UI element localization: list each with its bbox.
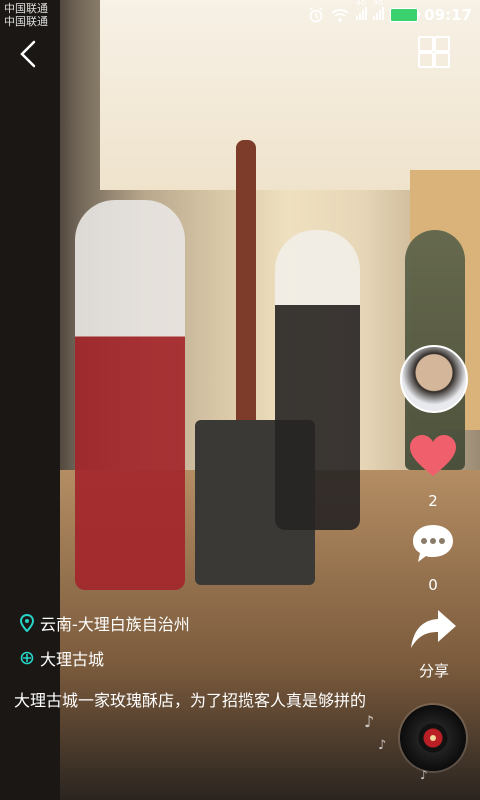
wifi-icon	[331, 9, 349, 22]
status-time: 09:17	[424, 6, 472, 24]
carrier-text: 中国联通 中国联通	[4, 2, 48, 28]
video-person-left	[75, 200, 185, 590]
grid-menu-button[interactable]	[418, 36, 450, 68]
like-count: 2	[428, 492, 438, 510]
signal-4g: 4G	[356, 0, 368, 24]
like-button[interactable]	[408, 432, 458, 482]
signal-icon	[356, 6, 368, 20]
status-icons: 4G 3G 09:17	[308, 0, 472, 24]
back-button[interactable]	[14, 36, 44, 72]
music-record-icon[interactable]	[400, 705, 466, 771]
author-avatar[interactable]	[400, 345, 468, 413]
comment-button[interactable]	[410, 522, 456, 566]
comment-icon	[413, 525, 453, 562]
signal-4g-label: 4G	[356, 0, 367, 7]
location-target-icon	[20, 651, 34, 665]
comment-count: 0	[428, 576, 438, 594]
share-icon	[411, 610, 456, 648]
location-place-text: 大理古城	[40, 650, 105, 669]
heart-icon	[410, 435, 456, 476]
video-person-middle	[275, 230, 360, 530]
post-caption: 大理古城一家玫瑰酥店，为了招揽客人真是够拼的	[14, 691, 367, 710]
music-note-icon: ♪	[364, 712, 375, 731]
share-label: 分享	[418, 662, 449, 680]
video-door	[0, 0, 60, 800]
carrier-line-1: 中国联通	[4, 2, 48, 15]
location-region[interactable]: 云南-大理白族自治州	[20, 611, 190, 635]
signal-icon	[373, 6, 385, 20]
location-pin-icon	[20, 614, 34, 632]
video-pestle	[236, 140, 256, 440]
location-place[interactable]: 大理古城	[20, 646, 104, 670]
music-note-icon: ♪	[378, 738, 387, 753]
signal-3g-label: 3G	[373, 0, 384, 7]
location-region-text: 云南-大理白族自治州	[40, 615, 190, 634]
status-bar: 中国联通 中国联通 4G 3G 09:17	[0, 0, 480, 32]
share-button[interactable]	[408, 606, 458, 652]
grid-icon-cell	[434, 52, 450, 68]
alarm-icon	[309, 7, 323, 23]
grid-icon-cell	[418, 52, 434, 68]
carrier-line-2: 中国联通	[4, 15, 48, 28]
signal-3g: 3G	[373, 0, 385, 24]
battery-icon	[390, 8, 421, 22]
grid-icon-cell	[434, 36, 450, 52]
back-arrow-icon	[20, 40, 36, 68]
grid-icon	[418, 36, 434, 52]
